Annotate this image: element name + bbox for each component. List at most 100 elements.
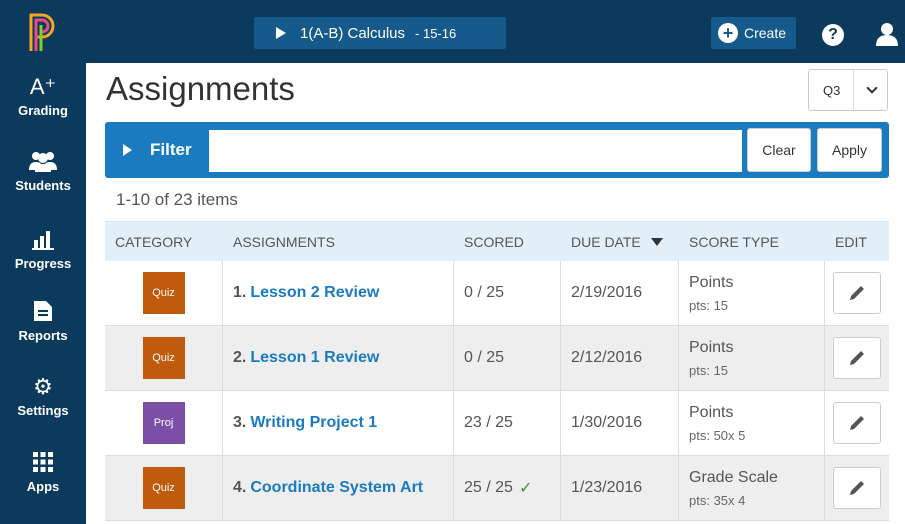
- top-bar: 1(A-B) Calculus - 15-16 + Create ?: [0, 0, 905, 63]
- table-row: Quiz 4. Coordinate System Art 25 / 25 ✓ …: [105, 456, 889, 521]
- score-type-cell: Grade Scale pts: 35x 4: [679, 456, 825, 520]
- table-row: Proj 3. Writing Project 1 23 / 25 1/30/2…: [105, 391, 889, 456]
- score-type-points: pts: 15: [689, 362, 729, 378]
- column-header-category[interactable]: CATEGORY: [105, 234, 223, 250]
- due-date-cell: 2/19/2016: [561, 261, 679, 325]
- sidebar-item-label: Apps: [26, 479, 60, 494]
- check-icon: ✓: [518, 480, 533, 497]
- edit-cell: [825, 456, 889, 520]
- edit-button[interactable]: [833, 402, 881, 444]
- sidebar-item-reports[interactable]: Reports: [0, 300, 86, 360]
- due-date-cell: 1/23/2016: [561, 456, 679, 520]
- score-type-points: pts: 35x 4: [689, 492, 746, 508]
- filter-input[interactable]: [209, 130, 742, 172]
- edit-button[interactable]: [833, 467, 881, 509]
- edit-button[interactable]: [833, 272, 881, 314]
- edit-button[interactable]: [833, 337, 881, 379]
- edit-cell: [825, 261, 889, 325]
- sidebar-item-label: Reports: [18, 328, 68, 343]
- class-year: - 15-16: [415, 25, 457, 41]
- pencil-icon: [850, 351, 864, 365]
- assignment-cell: 3. Writing Project 1: [223, 391, 454, 455]
- scored-cell: 0 / 25: [454, 261, 561, 325]
- term-value: Q3: [823, 82, 841, 98]
- pencil-icon: [850, 481, 864, 495]
- logo-icon: [29, 13, 55, 51]
- divider: [853, 70, 854, 110]
- due-date-cell: 1/30/2016: [561, 391, 679, 455]
- powerschool-logo[interactable]: [0, 0, 86, 63]
- assignment-number: 4.: [233, 479, 247, 496]
- create-button[interactable]: + Create: [711, 17, 796, 49]
- column-header-due-date[interactable]: DUE DATE: [561, 234, 679, 250]
- scored-value: 25 / 25: [464, 479, 513, 496]
- apps-icon: [0, 451, 86, 475]
- score-type-points: pts: 50x 5: [689, 427, 746, 443]
- column-header-scored[interactable]: SCORED: [454, 234, 561, 250]
- column-header-score-type[interactable]: SCORE TYPE: [679, 234, 825, 250]
- category-cell: Quiz: [105, 326, 223, 390]
- user-icon[interactable]: [876, 22, 898, 46]
- sidebar-item-settings[interactable]: ⚙ Settings: [0, 375, 86, 435]
- score-type-cell: Points pts: 15: [679, 326, 825, 390]
- assignment-link[interactable]: Lesson 1 Review: [250, 349, 379, 367]
- filter-toggle[interactable]: Filter: [105, 122, 223, 178]
- assignment-link[interactable]: Coordinate System Art: [250, 479, 423, 497]
- scored-cell: 0 / 25: [454, 326, 561, 390]
- help-icon[interactable]: ?: [822, 24, 844, 46]
- column-header-assignments[interactable]: ASSIGNMENTS: [223, 234, 454, 250]
- score-type-cell: Points pts: 50x 5: [679, 391, 825, 455]
- score-type-name: Points: [689, 403, 734, 421]
- due-date-cell: 2/12/2016: [561, 326, 679, 390]
- class-selector[interactable]: 1(A-B) Calculus - 15-16: [254, 17, 506, 49]
- column-header-edit: EDIT: [835, 233, 867, 250]
- sort-descending-icon: [650, 237, 663, 246]
- term-select[interactable]: Q3: [808, 69, 888, 111]
- page-title: Assignments: [106, 70, 295, 107]
- clear-button[interactable]: Clear: [747, 128, 811, 172]
- assignment-link[interactable]: Lesson 2 Review: [250, 284, 379, 302]
- pencil-icon: [850, 416, 864, 430]
- category-cell: Proj: [105, 391, 223, 455]
- sidebar-item-apps[interactable]: Apps: [0, 451, 86, 511]
- table-row: Quiz 2. Lesson 1 Review 0 / 25 2/12/2016…: [105, 326, 889, 391]
- create-label: Create: [744, 25, 787, 41]
- due-date-label: DUE DATE: [571, 233, 641, 250]
- assignment-cell: 2. Lesson 1 Review: [223, 326, 454, 390]
- assignment-cell: 4. Coordinate System Art: [223, 456, 454, 520]
- score-type-cell: Points pts: 15: [679, 261, 825, 325]
- scored-cell: 25 / 25 ✓: [454, 456, 561, 520]
- grading-icon: A⁺: [29, 74, 57, 99]
- table-row: Quiz 1. Lesson 2 Review 0 / 25 2/19/2016…: [105, 261, 889, 326]
- scored-value: 0 / 25: [464, 349, 505, 366]
- reports-icon: [0, 300, 86, 324]
- assignment-link[interactable]: Writing Project 1: [250, 414, 377, 432]
- sidebar: A⁺ Grading Students Progress Reports ⚙ S…: [0, 63, 86, 524]
- sidebar-item-grading[interactable]: A⁺ Grading: [0, 75, 86, 135]
- sidebar-item-progress[interactable]: Progress: [0, 228, 86, 288]
- category-cell: Quiz: [105, 456, 223, 520]
- settings-icon: ⚙: [33, 374, 53, 399]
- category-badge: Quiz: [142, 337, 185, 379]
- item-count: 1-10 of 23 items: [116, 190, 238, 209]
- scored-cell: 23 / 25: [454, 391, 561, 455]
- assignment-number: 1.: [233, 284, 247, 301]
- apply-button[interactable]: Apply: [817, 128, 882, 172]
- edit-cell: [825, 326, 889, 390]
- sidebar-item-label: Students: [15, 178, 71, 193]
- sidebar-item-label: Grading: [18, 103, 68, 118]
- sidebar-item-students[interactable]: Students: [0, 150, 86, 210]
- sidebar-item-label: Settings: [17, 403, 69, 418]
- category-badge: Quiz: [142, 272, 185, 314]
- scored-value: 23 / 25: [464, 414, 513, 431]
- play-icon: [276, 27, 286, 39]
- category-badge: Proj: [142, 402, 185, 444]
- chevron-down-icon: [866, 82, 878, 94]
- edit-cell: [825, 391, 889, 455]
- score-type-name: Grade Scale: [689, 468, 778, 486]
- score-type-name: Points: [689, 273, 734, 291]
- students-icon: [0, 150, 86, 174]
- assignment-number: 3.: [233, 414, 247, 431]
- score-type-points: pts: 15: [689, 297, 729, 313]
- main-content: Assignments Q3 Filter Clear Apply 1-10 o…: [86, 63, 905, 524]
